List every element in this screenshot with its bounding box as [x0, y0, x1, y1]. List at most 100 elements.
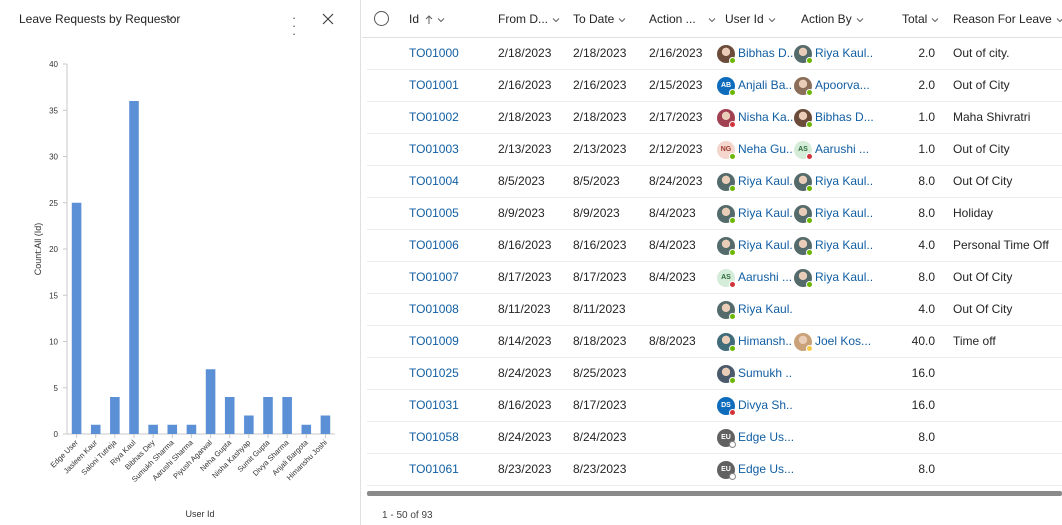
column-header-reason[interactable]: Reason For Leave [953, 0, 1062, 38]
action-by-cell-name[interactable]: Bibhas D... [815, 102, 874, 133]
to-date-cell: 8/9/2023 [573, 206, 620, 220]
column-header-action[interactable]: Action ... [649, 0, 717, 38]
chevron-down-icon [856, 17, 864, 23]
bar [320, 415, 331, 434]
action-by-cell[interactable]: Riya Kaul... [794, 262, 874, 293]
presence-status-icon [729, 377, 736, 384]
user-id-cell-name[interactable]: Riya Kaul... [738, 294, 793, 325]
action-by-cell-name[interactable]: Riya Kaul... [815, 262, 874, 293]
user-id-cell[interactable]: Riya Kaul... [717, 230, 793, 261]
user-id-cell[interactable]: EU Edge Us... [717, 422, 793, 453]
table-row[interactable]: TO01007 8/17/2023 8/17/2023 8/4/2023 AS … [367, 262, 1062, 294]
user-id-cell[interactable]: Bibhas D... [717, 38, 793, 69]
record-id-link[interactable]: TO01000 [409, 38, 489, 69]
record-id-link[interactable]: TO01009 [409, 326, 489, 357]
chevron-down-icon[interactable] [165, 13, 175, 23]
action-by-cell-name[interactable]: Aarushi ... [815, 134, 869, 165]
table-row[interactable]: TO01002 2/18/2023 2/18/2023 2/17/2023 Ni… [367, 102, 1062, 134]
column-header-to-date[interactable]: To Date [573, 0, 641, 38]
bar [186, 424, 197, 434]
table-row[interactable]: TO01001 2/16/2023 2/16/2023 2/15/2023 AB… [367, 70, 1062, 102]
record-id-link[interactable]: TO01031 [409, 390, 489, 421]
from-date-cell: 8/24/2023 [498, 430, 552, 444]
column-header-action-by[interactable]: Action By [801, 0, 881, 38]
action-by-cell[interactable]: Bibhas D... [794, 102, 874, 133]
user-id-cell[interactable]: NG Neha Gu... [717, 134, 793, 165]
close-icon[interactable] [320, 11, 336, 27]
user-id-cell-name[interactable]: Bibhas D... [738, 38, 793, 69]
record-id-link[interactable]: TO01061 [409, 454, 489, 485]
action-by-cell-name[interactable]: Joel Kos... [815, 326, 871, 357]
column-header-from-date[interactable]: From D... [498, 0, 566, 38]
table-row[interactable]: TO01031 8/16/2023 8/17/2023 DS Divya Sh.… [367, 390, 1062, 422]
table-row[interactable]: TO01000 2/18/2023 2/18/2023 2/16/2023 Bi… [367, 38, 1062, 70]
user-id-cell-name[interactable]: Riya Kaul... [738, 166, 793, 197]
table-row[interactable]: TO01003 2/13/2023 2/13/2023 2/12/2023 NG… [367, 134, 1062, 166]
action-by-cell[interactable]: Riya Kaul... [794, 166, 874, 197]
table-row[interactable]: TO01006 8/16/2023 8/16/2023 8/4/2023 Riy… [367, 230, 1062, 262]
user-id-cell[interactable]: DS Divya Sh... [717, 390, 793, 421]
table-row[interactable]: TO01008 8/11/2023 8/11/2023 Riya Kaul...… [367, 294, 1062, 326]
user-id-cell-name[interactable]: Edge Us... [738, 422, 793, 453]
user-id-cell[interactable]: EU Edge Us... [717, 454, 793, 485]
presence-status-icon [729, 409, 736, 416]
user-id-cell[interactable]: Riya Kaul... [717, 166, 793, 197]
user-id-cell[interactable]: Sumukh ... [717, 358, 793, 389]
user-id-cell-name[interactable]: Sumukh ... [738, 358, 793, 389]
user-id-cell-name[interactable]: Himansh... [738, 326, 793, 357]
table-row[interactable]: TO01025 8/24/2023 8/25/2023 Sumukh ... 1… [367, 358, 1062, 390]
action-by-cell[interactable]: AS Aarushi ... [794, 134, 874, 165]
record-id-link[interactable]: TO01025 [409, 358, 489, 389]
user-id-cell-name[interactable]: Aarushi ... [738, 262, 792, 293]
action-date-cell: 8/4/2023 [649, 270, 696, 284]
user-id-cell[interactable]: AS Aarushi ... [717, 262, 793, 293]
action-by-cell-name[interactable]: Riya Kaul... [815, 230, 874, 261]
action-by-cell[interactable]: Joel Kos... [794, 326, 874, 357]
horizontal-scrollbar[interactable] [367, 491, 1062, 496]
user-id-cell-name[interactable]: Divya Sh... [738, 390, 793, 421]
column-header-total[interactable]: Total [902, 0, 938, 38]
table-row[interactable]: TO01005 8/9/2023 8/9/2023 8/4/2023 Riya … [367, 198, 1062, 230]
user-id-cell-name[interactable]: Anjali Ba... [738, 70, 793, 101]
column-header-user-id[interactable]: User Id [725, 0, 793, 38]
user-id-cell[interactable]: Riya Kaul... [717, 198, 793, 229]
user-id-cell-name[interactable]: Riya Kaul... [738, 230, 793, 261]
action-by-cell[interactable]: Apoorva... [794, 70, 874, 101]
action-by-cell-name[interactable]: Riya Kaul... [815, 166, 874, 197]
table-row[interactable]: TO01061 8/23/2023 8/23/2023 EU Edge Us..… [367, 454, 1062, 486]
table-row[interactable]: TO01004 8/5/2023 8/5/2023 8/24/2023 Riya… [367, 166, 1062, 198]
action-by-cell[interactable]: Riya Kaul... [794, 198, 874, 229]
action-by-cell[interactable]: Riya Kaul... [794, 230, 874, 261]
user-id-cell-name[interactable]: Neha Gu... [738, 134, 793, 165]
user-id-cell-name[interactable]: Riya Kaul... [738, 198, 793, 229]
table-row[interactable]: TO01058 8/24/2023 8/24/2023 EU Edge Us..… [367, 422, 1062, 454]
record-id-link[interactable]: TO01006 [409, 230, 489, 261]
user-id-cell[interactable]: AB Anjali Ba... [717, 70, 793, 101]
action-by-cell-name[interactable]: Apoorva... [815, 70, 870, 101]
action-by-cell-name[interactable]: Riya Kaul... [815, 198, 874, 229]
user-id-cell-name[interactable]: Nisha Ka... [738, 102, 793, 133]
record-id-link[interactable]: TO01004 [409, 166, 489, 197]
chart-title[interactable]: Leave Requests by Requestor [19, 12, 180, 26]
avatar-initials: DS [721, 402, 731, 409]
presence-status-icon [729, 217, 736, 224]
column-header-id[interactable]: Id [409, 0, 449, 38]
action-by-cell[interactable]: Riya Kaul... [794, 38, 874, 69]
chevron-down-icon [932, 17, 938, 23]
action-by-cell-name[interactable]: Riya Kaul... [815, 38, 874, 69]
record-id-link[interactable]: TO01007 [409, 262, 489, 293]
action-date-cell: 8/8/2023 [649, 334, 696, 348]
record-id-link[interactable]: TO01001 [409, 70, 489, 101]
record-id-link[interactable]: TO01003 [409, 134, 489, 165]
record-id-link[interactable]: TO01005 [409, 198, 489, 229]
user-id-cell[interactable]: Riya Kaul... [717, 294, 793, 325]
table-row[interactable]: TO01009 8/14/2023 8/18/2023 8/8/2023 Him… [367, 326, 1062, 358]
user-id-cell[interactable]: Himansh... [717, 326, 793, 357]
select-all-checkbox[interactable] [374, 11, 389, 26]
user-id-cell[interactable]: Nisha Ka... [717, 102, 793, 133]
record-id-link[interactable]: TO01002 [409, 102, 489, 133]
more-options-icon[interactable]: · · · [287, 11, 301, 40]
record-id-link[interactable]: TO01008 [409, 294, 489, 325]
user-id-cell-name[interactable]: Edge Us... [738, 454, 793, 485]
record-id-link[interactable]: TO01058 [409, 422, 489, 453]
